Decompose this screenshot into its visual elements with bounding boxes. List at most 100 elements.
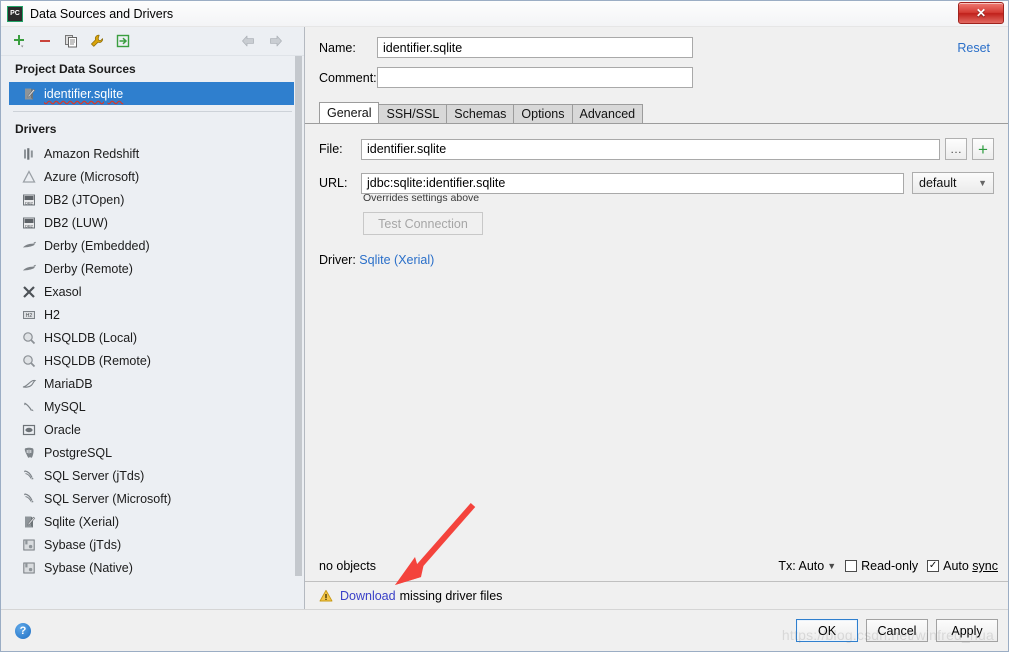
- sidebar-item-label: DB2 (JTOpen): [44, 192, 125, 207]
- sidebar-item-driver[interactable]: HSQLDB (Local): [1, 326, 304, 349]
- db2-icon: DB2: [21, 192, 37, 208]
- close-icon[interactable]: ✕: [958, 2, 1004, 24]
- sidebar-item-driver[interactable]: H2 H2: [1, 303, 304, 326]
- forward-button[interactable]: [264, 30, 288, 52]
- sidebar-item-driver[interactable]: Derby (Embedded): [1, 234, 304, 257]
- warning-triangle-icon: [319, 589, 333, 603]
- remove-button[interactable]: [33, 30, 57, 52]
- sidebar-item-driver[interactable]: PostgreSQL: [1, 441, 304, 464]
- sidebar-item-identifier-sqlite[interactable]: identifier.sqlite: [9, 82, 296, 105]
- read-only-label: Read-only: [861, 559, 919, 573]
- sidebar-item-label: MariaDB: [44, 376, 93, 391]
- sidebar-item-label: Oracle: [44, 422, 81, 437]
- sidebar-item-label: Sqlite (Xerial): [44, 514, 120, 529]
- sidebar-item-driver[interactable]: SQL Server (jTds): [1, 464, 304, 487]
- sidebar-item-label: PostgreSQL: [44, 445, 113, 460]
- tab-general[interactable]: General: [319, 102, 380, 123]
- sidebar-item-driver[interactable]: Sybase (Native): [1, 556, 304, 579]
- tx-mode-label: Tx: Auto: [778, 559, 825, 573]
- sidebar-item-driver[interactable]: Sqlite (Xerial): [1, 510, 304, 533]
- copy-button[interactable]: [59, 30, 83, 52]
- auto-sync-label: Auto sync: [943, 559, 998, 573]
- url-input[interactable]: jdbc:sqlite:identifier.sqlite: [361, 172, 904, 194]
- sidebar-item-driver[interactable]: HSQLDB (Remote): [1, 349, 304, 372]
- tab-advanced[interactable]: Advanced: [571, 104, 644, 123]
- browse-button[interactable]: …: [945, 138, 967, 160]
- status-bar: no objects Tx: Auto ▼ Read-only ✓ Auto s…: [319, 559, 998, 573]
- watermark: https://blog.csdn.net/winfred_hua: [781, 627, 994, 643]
- sidebar-item-driver[interactable]: Derby (Remote): [1, 257, 304, 280]
- sybase-icon: [21, 537, 37, 553]
- tab-schemas[interactable]: Schemas: [446, 104, 515, 123]
- tab-ssh-ssl[interactable]: SSH/SSL: [378, 104, 448, 123]
- back-button[interactable]: [236, 30, 260, 52]
- import-button[interactable]: [111, 30, 135, 52]
- sidebar-item-driver[interactable]: Oracle: [1, 418, 304, 441]
- sidebar-item-driver[interactable]: Exasol: [1, 280, 304, 303]
- tx-mode-select[interactable]: Tx: Auto ▼: [778, 559, 836, 573]
- sidebar-item-driver[interactable]: MySQL: [1, 395, 304, 418]
- chevron-down-icon: ▼: [978, 178, 987, 188]
- download-driver-link[interactable]: Download: [340, 589, 396, 603]
- sidebar-item-driver[interactable]: Amazon Redshift: [1, 142, 304, 165]
- sidebar-item-label: Amazon Redshift: [44, 146, 140, 161]
- general-tab-panel: File: identifier.sqlite … + URL: jdbc:sq…: [305, 123, 1008, 581]
- driver-variant-select[interactable]: default ▼: [912, 172, 994, 194]
- url-hint: Overrides settings above: [363, 192, 480, 204]
- sidebar-item-label: Derby (Remote): [44, 261, 133, 276]
- sidebar-scrollbar-thumb[interactable]: [295, 56, 302, 576]
- hsqldb-icon: [21, 353, 37, 369]
- checkbox-box: [845, 560, 858, 572]
- azure-icon: [21, 169, 37, 185]
- file-label: File:: [319, 142, 343, 156]
- sidebar-item-driver[interactable]: DB2 DB2 (JTOpen): [1, 188, 304, 211]
- driver-link[interactable]: Sqlite (Xerial): [359, 253, 434, 267]
- sidebar-item-driver[interactable]: MariaDB: [1, 372, 304, 395]
- derby-icon: [21, 238, 37, 254]
- missing-driver-warning: Download missing driver files: [305, 581, 1008, 609]
- db2-icon: DB2: [21, 215, 37, 231]
- sidebar-item-label: HSQLDB (Local): [44, 330, 138, 345]
- name-row: Name: identifier.sqlite: [319, 37, 994, 58]
- add-file-button[interactable]: +: [972, 138, 994, 160]
- sidebar-item-label: Derby (Embedded): [44, 238, 150, 253]
- sqlite-icon: [21, 514, 37, 530]
- help-icon[interactable]: ?: [15, 622, 31, 639]
- sidebar: Project Data Sources identifier.sqlite D…: [1, 27, 305, 609]
- exasol-icon: [21, 284, 37, 300]
- mariadb-icon: [21, 376, 37, 392]
- sidebar-item-label: identifier.sqlite: [44, 86, 124, 101]
- test-connection-button[interactable]: Test Connection: [363, 212, 483, 235]
- url-row: URL: jdbc:sqlite:identifier.sqlite defau…: [319, 172, 994, 194]
- download-warning-text: missing driver files: [399, 588, 503, 603]
- reset-link[interactable]: Reset: [957, 41, 990, 55]
- objects-count: no objects: [319, 559, 376, 573]
- details-pane: Name: identifier.sqlite Comment: Reset G…: [305, 27, 1008, 609]
- tab-strip: General SSH/SSL Schemas Options Advanced: [305, 101, 1008, 123]
- sidebar-nav-arrows: [236, 30, 292, 52]
- status-controls: Tx: Auto ▼ Read-only ✓ Auto sync: [778, 559, 998, 573]
- read-only-checkbox[interactable]: Read-only: [845, 559, 918, 573]
- sqlserver-icon: [21, 468, 37, 484]
- tab-options[interactable]: Options: [513, 104, 573, 123]
- data-sources-dialog: PC Data Sources and Drivers ✕ Project Da…: [0, 0, 1009, 652]
- sidebar-item-driver[interactable]: Azure (Microsoft): [1, 165, 304, 188]
- driver-row: Driver: Sqlite (Xerial): [319, 253, 994, 267]
- name-input[interactable]: identifier.sqlite: [377, 37, 693, 58]
- sidebar-item-label: SQL Server (Microsoft): [44, 491, 172, 506]
- file-input[interactable]: identifier.sqlite: [361, 138, 940, 160]
- wrench-icon[interactable]: [85, 30, 109, 52]
- sidebar-item-driver[interactable]: DB2 DB2 (LUW): [1, 211, 304, 234]
- comment-input[interactable]: [377, 67, 693, 88]
- auto-sync-checkbox[interactable]: ✓ Auto sync: [927, 559, 998, 573]
- sidebar-item-driver[interactable]: SQL Server (Microsoft): [1, 487, 304, 510]
- sidebar-scrollbar[interactable]: [294, 56, 303, 609]
- svg-text:H2: H2: [26, 313, 33, 319]
- sidebar-tree: Project Data Sources identifier.sqlite D…: [1, 55, 304, 609]
- add-button[interactable]: [7, 30, 31, 52]
- plus-icon: +: [978, 139, 988, 159]
- sidebar-item-driver[interactable]: Sybase (jTds): [1, 533, 304, 556]
- driver-label: Driver:: [319, 253, 356, 267]
- sidebar-item-label: DB2 (LUW): [44, 215, 108, 230]
- comment-row: Comment:: [319, 67, 994, 88]
